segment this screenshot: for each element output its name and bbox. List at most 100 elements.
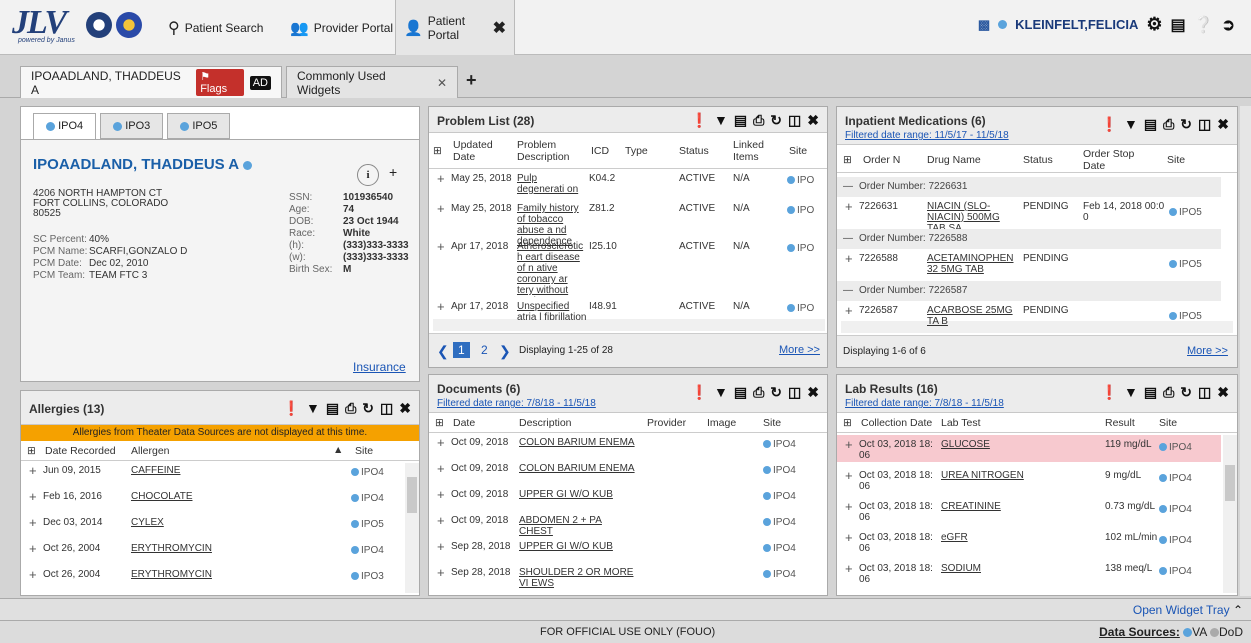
print-icon[interactable]: ⎙ — [753, 384, 764, 401]
problem-h-scrollbar[interactable] — [433, 319, 825, 331]
info-icon[interactable]: ❗ — [1101, 384, 1118, 401]
scroll-thumb[interactable] — [1225, 465, 1235, 501]
refresh-icon[interactable]: ↻ — [362, 400, 374, 417]
allergen-link[interactable]: ERYTHROMYCIN — [131, 543, 212, 554]
labs-filter[interactable]: Filtered date range: 7/8/18 - 11/5/18 — [845, 398, 1004, 409]
columns-icon[interactable]: ◫ — [380, 400, 393, 417]
expand-row-icon[interactable]: + — [437, 539, 445, 554]
col-date[interactable]: Date — [453, 417, 475, 429]
expand-row-icon[interactable]: + — [437, 565, 445, 580]
problem-description-link[interactable]: Pulp degenerati on — [517, 173, 587, 195]
expand-row-icon[interactable]: + — [29, 489, 37, 504]
expand-row-icon[interactable]: + — [845, 251, 853, 266]
document-link[interactable]: UPPER GI W/O KUB — [519, 541, 637, 552]
lab-test-link[interactable]: UREA NITROGEN — [941, 470, 1024, 481]
site-tab-ipo5[interactable]: IPO5 — [167, 113, 231, 139]
refresh-icon[interactable]: ↻ — [770, 384, 782, 401]
expand-row-icon[interactable]: + — [437, 435, 445, 450]
expand-row-icon[interactable]: + — [437, 461, 445, 476]
filter-icon[interactable]: ▼ — [714, 384, 728, 401]
add-tab-icon[interactable]: + — [466, 70, 477, 91]
col-problem-description[interactable]: Problem Description — [517, 139, 573, 163]
collapse-icon[interactable]: — — [843, 233, 853, 244]
add-icon[interactable]: + — [389, 164, 397, 180]
col-site[interactable]: Site — [355, 445, 373, 457]
info-icon[interactable]: ❗ — [1101, 116, 1118, 133]
close-icon[interactable]: ✖ — [399, 400, 411, 417]
expand-all-icon[interactable]: ⊞ — [435, 417, 444, 429]
expand-all-icon[interactable]: ⊞ — [843, 154, 852, 166]
scroll-thumb[interactable] — [407, 477, 417, 513]
expand-row-icon[interactable]: + — [29, 463, 37, 478]
expand-all-icon[interactable]: ⊞ — [843, 417, 852, 429]
lab-test-link[interactable]: GLUCOSE — [941, 439, 990, 450]
refresh-icon[interactable]: ↻ — [1180, 116, 1192, 133]
col-order-number[interactable]: Order N — [863, 154, 900, 166]
problem-description-link[interactable]: Unspecified atria l fibrillation — [517, 301, 587, 321]
drug-name-link[interactable]: ACETAMINOPHEN 32 5MG TAB — [927, 253, 1023, 275]
expand-row-icon[interactable]: + — [437, 513, 445, 528]
patient-portal-tab[interactable]: 👤 Patient Portal ✖ — [395, 0, 515, 55]
close-icon[interactable]: ✖ — [1217, 116, 1229, 133]
clipboard-icon[interactable]: ▤ — [734, 112, 747, 129]
expand-row-icon[interactable]: + — [29, 567, 37, 582]
columns-icon[interactable]: ◫ — [788, 384, 801, 401]
open-widget-tray[interactable]: Open Widget Tray ⌃ — [1133, 603, 1243, 617]
col-site[interactable]: Site — [1167, 154, 1185, 166]
patient-search-button[interactable]: ⚲ Patient Search — [160, 0, 271, 55]
meds-more-link[interactable]: More >> — [1187, 345, 1228, 357]
info-icon[interactable]: ❗ — [283, 400, 300, 417]
clipboard-icon[interactable]: ▤ — [1144, 384, 1157, 401]
col-site[interactable]: Site — [763, 417, 781, 429]
clipboard-icon[interactable]: ▤ — [326, 400, 339, 417]
page-2-button[interactable]: 2 — [481, 343, 488, 357]
prev-page-icon[interactable]: ❮ — [437, 343, 449, 360]
expand-all-icon[interactable]: ⊞ — [433, 145, 442, 157]
allergies-scrollbar[interactable] — [405, 463, 419, 593]
list-icon[interactable]: ▤ — [1171, 15, 1186, 35]
close-icon[interactable]: ✕ — [437, 76, 447, 90]
widgets-tab[interactable]: Commonly Used Widgets ✕ — [286, 66, 458, 98]
collapse-icon[interactable]: — — [843, 285, 853, 296]
problem-description-link[interactable]: Atherosclerotic h eart disease of n ativ… — [517, 241, 587, 297]
filter-icon[interactable]: ▼ — [1124, 116, 1138, 133]
allergen-link[interactable]: ERYTHROMYCIN — [131, 569, 212, 580]
expand-row-icon[interactable]: + — [437, 487, 445, 502]
lab-test-link[interactable]: eGFR — [941, 532, 968, 543]
allergen-link[interactable]: CHOCOLATE — [131, 491, 193, 502]
col-lab-test[interactable]: Lab Test — [941, 417, 981, 429]
expand-row-icon[interactable]: + — [845, 530, 853, 545]
provider-portal-button[interactable]: 👥 Provider Portal — [282, 0, 401, 55]
expand-row-icon[interactable]: + — [437, 171, 445, 186]
allergen-link[interactable]: CYLEX — [131, 517, 164, 528]
col-description[interactable]: Description — [519, 417, 572, 429]
clipboard-icon[interactable]: ▤ — [734, 384, 747, 401]
meds-h-scrollbar[interactable] — [841, 321, 1233, 333]
order-group-row[interactable]: — Order Number: 7226588 — [837, 229, 1221, 249]
print-icon[interactable]: ⎙ — [753, 112, 764, 129]
col-allergen[interactable]: Allergen — [131, 445, 170, 457]
filter-icon[interactable]: ▼ — [714, 112, 728, 129]
expand-row-icon[interactable]: + — [845, 437, 853, 452]
expand-row-icon[interactable]: + — [845, 468, 853, 483]
clipboard-icon[interactable]: ▤ — [1144, 116, 1157, 133]
col-site[interactable]: Site — [789, 145, 807, 157]
col-date-recorded[interactable]: Date Recorded — [45, 445, 116, 457]
meds-filter[interactable]: Filtered date range: 11/5/17 - 11/5/18 — [845, 130, 1009, 141]
expand-row-icon[interactable]: + — [845, 303, 853, 318]
col-linked-items[interactable]: Linked Items — [733, 139, 773, 163]
ad-badge[interactable]: AD — [249, 75, 271, 90]
patient-tab[interactable]: IPOAADLAND, THADDEUS A ⚑ Flags AD — [20, 66, 282, 98]
expand-row-icon[interactable]: + — [437, 299, 445, 314]
expand-row-icon[interactable]: + — [29, 541, 37, 556]
print-icon[interactable]: ⎙ — [345, 400, 356, 417]
logout-icon[interactable]: ➲ — [1222, 15, 1235, 35]
columns-icon[interactable]: ◫ — [1198, 116, 1211, 133]
document-link[interactable]: COLON BARIUM ENEMA — [519, 463, 637, 474]
order-group-row[interactable]: — Order Number: 7226587 — [837, 281, 1221, 301]
expand-row-icon[interactable]: + — [437, 201, 445, 216]
data-sources-label[interactable]: Data Sources: — [1099, 625, 1180, 639]
order-group-row[interactable]: — Order Number: 7226631 — [837, 177, 1221, 197]
page-scrollbar[interactable] — [1240, 106, 1251, 596]
info-icon[interactable]: ❗ — [691, 112, 708, 129]
